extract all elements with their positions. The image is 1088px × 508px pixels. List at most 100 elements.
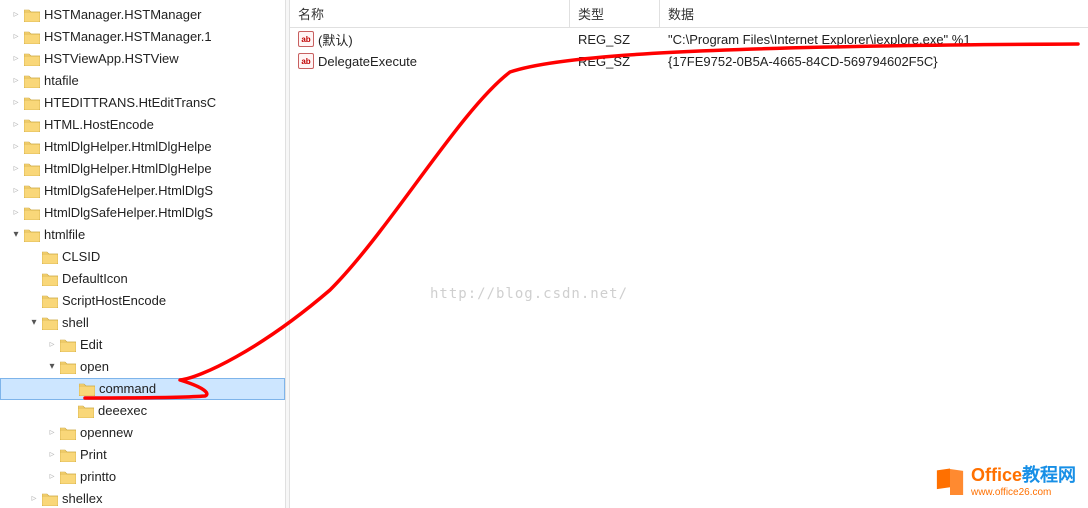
chevron-right-icon[interactable]: ▹ — [8, 4, 24, 26]
value-data: "C:\Program Files\Internet Explorer\iexp… — [660, 32, 1088, 47]
tree-item-open[interactable]: ▾ open — [0, 356, 285, 378]
folder-icon — [24, 184, 40, 198]
chevron-down-icon[interactable]: ▾ — [8, 224, 24, 246]
tree-item-defaulticon[interactable]: DefaultIcon — [0, 268, 285, 290]
tree-item-label: deeexec — [98, 400, 147, 422]
value-data: {17FE9752-0B5A-4665-84CD-569794602F5C} — [660, 54, 1088, 69]
tree-item-clsid[interactable]: CLSID — [0, 246, 285, 268]
tree-item-label: HtmlDlgSafeHelper.HtmlDlgS — [44, 180, 213, 202]
folder-icon — [24, 74, 40, 88]
brand-badge: Office教程网 www.office26.com — [935, 461, 1076, 498]
folder-icon — [60, 448, 76, 462]
tree-item-command[interactable]: command — [0, 378, 285, 400]
header-data[interactable]: 数据 — [660, 0, 1088, 27]
tree-item-label: command — [99, 378, 156, 400]
tree-item-deeexec[interactable]: deeexec — [0, 400, 285, 422]
chevron-down-icon[interactable]: ▾ — [44, 356, 60, 378]
chevron-right-icon[interactable]: ▹ — [44, 334, 60, 356]
tree-item-label: HSTManager.HSTManager.1 — [44, 26, 212, 48]
tree-item-shellex[interactable]: ▹ shellex — [0, 488, 285, 508]
chevron-right-icon[interactable]: ▹ — [8, 180, 24, 202]
tree-item-label: htmlfile — [44, 224, 85, 246]
chevron-right-icon[interactable]: ▹ — [8, 48, 24, 70]
office-logo-icon — [935, 465, 965, 495]
tree-item-label: ScriptHostEncode — [62, 290, 166, 312]
chevron-right-icon[interactable]: ▹ — [44, 466, 60, 488]
folder-icon — [60, 338, 76, 352]
tree-item-label: CLSID — [62, 246, 100, 268]
tree-item-label: shellex — [62, 488, 102, 508]
folder-icon — [24, 8, 40, 22]
folder-icon — [24, 140, 40, 154]
tree-item-opennew[interactable]: ▹opennew — [0, 422, 285, 444]
chevron-right-icon[interactable]: ▹ — [8, 202, 24, 224]
tree-item-htafile[interactable]: ▹ htafile — [0, 70, 285, 92]
tree-item-label: HtmlDlgHelper.HtmlDlgHelpe — [44, 158, 212, 180]
chevron-down-icon[interactable]: ▾ — [26, 312, 42, 334]
chevron-right-icon[interactable]: ▹ — [26, 488, 42, 508]
tree-item-hstmanager-hstmanager[interactable]: ▹ HSTManager.HSTManager — [0, 4, 285, 26]
folder-icon — [60, 360, 76, 374]
tree-item-label: HtmlDlgSafeHelper.HtmlDlgS — [44, 202, 213, 224]
chevron-right-icon[interactable]: ▹ — [8, 26, 24, 48]
tree-item-label: HTML.HostEncode — [44, 114, 154, 136]
folder-icon — [24, 206, 40, 220]
chevron-right-icon[interactable]: ▹ — [8, 158, 24, 180]
tree-item-label: HSTManager.HSTManager — [44, 4, 202, 26]
tree-item-hstmanager-hstmanager-1[interactable]: ▹ HSTManager.HSTManager.1 — [0, 26, 285, 48]
tree-item-html-hostencode[interactable]: ▹ HTML.HostEncode — [0, 114, 285, 136]
tree-item-edit[interactable]: ▹ Edit — [0, 334, 285, 356]
tree-item-label: Print — [80, 444, 107, 466]
tree-item-htmldlghelper-htmldlghelpe[interactable]: ▹ HtmlDlgHelper.HtmlDlgHelpe — [0, 136, 285, 158]
chevron-right-icon[interactable]: ▹ — [44, 422, 60, 444]
folder-icon — [24, 228, 40, 242]
tree-item-label: htafile — [44, 70, 79, 92]
folder-icon — [42, 272, 58, 286]
tree-item-htedittrans-htedittransc[interactable]: ▹ HTEDITTRANS.HtEditTransC — [0, 92, 285, 114]
folder-icon — [60, 426, 76, 440]
folder-icon — [24, 30, 40, 44]
value-type: REG_SZ — [570, 54, 660, 69]
chevron-right-icon[interactable]: ▹ — [8, 114, 24, 136]
registry-values-panel: 名称 类型 数据 ab(默认) REG_SZ"C:\Program Files\I… — [290, 0, 1088, 508]
tree-item-label: HSTViewApp.HSTView — [44, 48, 179, 70]
brand-title: Office教程网 — [971, 461, 1076, 487]
registry-tree-panel[interactable]: ▹ HSTManager.HSTManager ▹ HSTManager.HSTMan… — [0, 0, 286, 508]
chevron-right-icon[interactable]: ▹ — [8, 92, 24, 114]
tree-item-hstviewapp-hstview[interactable]: ▹ HSTViewApp.HSTView — [0, 48, 285, 70]
string-value-icon: ab — [298, 31, 314, 47]
chevron-right-icon[interactable]: ▹ — [8, 136, 24, 158]
tree-item-htmlfile[interactable]: ▾ htmlfile — [0, 224, 285, 246]
tree-item-shell[interactable]: ▾ shell — [0, 312, 285, 334]
value-name: (默认) — [318, 30, 353, 49]
tree-item-label: open — [80, 356, 109, 378]
list-header: 名称 类型 数据 — [290, 0, 1088, 28]
folder-icon — [24, 118, 40, 132]
chevron-right-icon[interactable]: ▹ — [8, 70, 24, 92]
tree-item-label: HTEDITTRANS.HtEditTransC — [44, 92, 216, 114]
tree-item-print[interactable]: ▹ Print — [0, 444, 285, 466]
tree-item-label: printto — [80, 466, 116, 488]
folder-icon — [42, 250, 58, 264]
list-row[interactable]: abDelegateExecuteREG_SZ{17FE9752-0B5A-46… — [290, 50, 1088, 72]
tree-item-htmldlghelper-htmldlghelpe[interactable]: ▹ HtmlDlgHelper.HtmlDlgHelpe — [0, 158, 285, 180]
folder-icon — [42, 316, 58, 330]
list-row[interactable]: ab(默认) REG_SZ"C:\Program Files\Internet E… — [290, 28, 1088, 50]
tree-item-label: shell — [62, 312, 89, 334]
header-name[interactable]: 名称 — [290, 0, 570, 27]
brand-url: www.office26.com — [971, 487, 1076, 498]
tree-item-label: HtmlDlgHelper.HtmlDlgHelpe — [44, 136, 212, 158]
tree-item-htmldlgsafehelper-htmldlgs[interactable]: ▹ HtmlDlgSafeHelper.HtmlDlgS — [0, 202, 285, 224]
folder-icon — [60, 470, 76, 484]
tree-item-printto[interactable]: ▹ printto — [0, 466, 285, 488]
folder-icon — [79, 382, 95, 396]
chevron-right-icon[interactable]: ▹ — [44, 444, 60, 466]
folder-icon — [42, 294, 58, 308]
value-type: REG_SZ — [570, 32, 660, 47]
folder-icon — [42, 492, 58, 506]
tree-item-label: Edit — [80, 334, 102, 356]
tree-item-htmldlgsafehelper-htmldlgs[interactable]: ▹ HtmlDlgSafeHelper.HtmlDlgS — [0, 180, 285, 202]
header-type[interactable]: 类型 — [570, 0, 660, 27]
folder-icon — [24, 52, 40, 66]
tree-item-scripthostencode[interactable]: ScriptHostEncode — [0, 290, 285, 312]
